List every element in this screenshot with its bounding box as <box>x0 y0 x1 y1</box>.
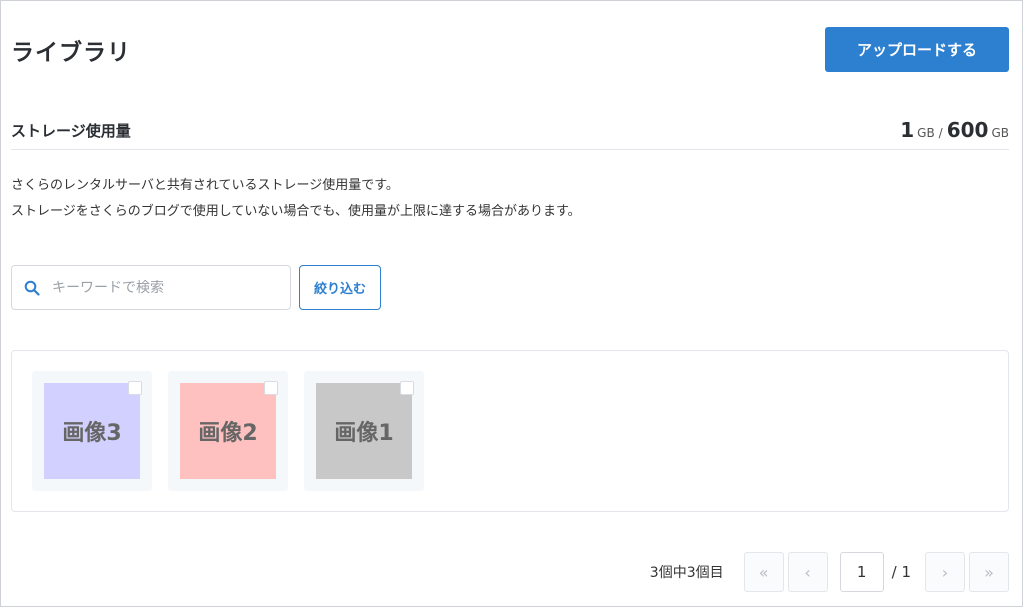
storage-description: さくらのレンタルサーバと共有されているストレージ使用量です。 ストレージをさくら… <box>11 173 911 225</box>
storage-used: 1 <box>900 118 915 142</box>
image-thumbnail-label: 画像2 <box>198 421 258 446</box>
image-thumbnail[interactable]: 画像1 <box>316 383 412 479</box>
image-thumbnail-label: 画像1 <box>334 421 394 446</box>
last-page-button[interactable]: » <box>969 552 1009 592</box>
upload-button[interactable]: アップロードする <box>825 27 1009 72</box>
image-card-1[interactable]: 画像3 <box>32 371 152 491</box>
storage-total-unit: GB <box>991 126 1009 140</box>
image-select-checkbox[interactable] <box>128 381 142 395</box>
filter-button[interactable]: 絞り込む <box>299 265 381 310</box>
storage-label: ストレージ使用量 <box>11 121 131 140</box>
storage-total: 600 <box>946 118 989 142</box>
storage-used-unit: GB <box>917 126 935 140</box>
image-card-3[interactable]: 画像1 <box>304 371 424 491</box>
image-gallery: 画像3 画像2 画像1 <box>11 350 1009 512</box>
storage-separator: / <box>938 126 943 140</box>
page-title: ライブラリ <box>11 39 131 66</box>
image-card-2[interactable]: 画像2 <box>168 371 288 491</box>
search-icon <box>24 280 40 296</box>
image-thumbnail-label: 画像3 <box>62 421 122 446</box>
image-thumbnail[interactable]: 画像3 <box>44 383 140 479</box>
image-select-checkbox[interactable] <box>264 381 278 395</box>
page-number-input[interactable] <box>839 552 884 592</box>
search-input[interactable] <box>52 279 272 296</box>
library-page: ライブラリ アップロードする ストレージ使用量 1 GB / 600 GB さく… <box>0 0 1023 607</box>
page-header: ライブラリ アップロードする <box>11 27 1009 72</box>
storage-value: 1 GB / 600 GB <box>900 118 1009 142</box>
prev-page-button[interactable]: ‹ <box>787 552 828 592</box>
page-total: / 1 <box>891 563 911 581</box>
first-page-button[interactable]: « <box>743 552 784 592</box>
description-line-1: さくらのレンタルサーバと共有されているストレージ使用量です。 <box>11 178 399 193</box>
description-line-2: ストレージをさくらのブログで使用していない場合でも、使用量が上限に達する場合があ… <box>11 204 581 219</box>
storage-usage: ストレージ使用量 1 GB / 600 GB <box>11 111 1009 150</box>
pagination-count: 3個中3個目 <box>649 565 724 581</box>
image-thumbnail[interactable]: 画像2 <box>180 383 276 479</box>
pagination: 3個中3個目 « ‹ / 1 › » <box>650 552 1009 592</box>
image-select-checkbox[interactable] <box>400 381 414 395</box>
next-page-button[interactable]: › <box>925 552 965 592</box>
search-box[interactable] <box>11 265 291 310</box>
